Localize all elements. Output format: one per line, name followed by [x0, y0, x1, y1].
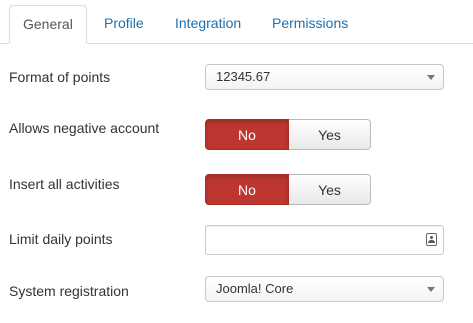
insert-all-activities-toggle: No Yes: [205, 174, 371, 205]
insert-all-activities-yes-button[interactable]: Yes: [289, 174, 371, 205]
tab-permissions[interactable]: Permissions: [272, 5, 348, 42]
allows-negative-account-yes-button[interactable]: Yes: [289, 119, 371, 150]
chevron-down-icon: [427, 75, 435, 80]
insert-all-activities-label: Insert all activities: [9, 176, 120, 192]
format-of-points-select[interactable]: 12345.67: [205, 64, 444, 90]
limit-daily-points-label: Limit daily points: [9, 231, 113, 247]
tab-bar: General Profile Integration Permissions: [0, 5, 473, 44]
tab-general[interactable]: General: [9, 5, 87, 44]
allows-negative-account-toggle: No Yes: [205, 119, 371, 150]
system-registration-label: System registration: [9, 283, 129, 299]
tab-integration[interactable]: Integration: [175, 5, 241, 42]
insert-all-activities-no-button[interactable]: No: [205, 174, 289, 205]
system-registration-select[interactable]: Joomla! Core: [205, 276, 444, 302]
format-of-points-label: Format of points: [9, 69, 111, 85]
limit-daily-points-field[interactable]: [205, 225, 444, 255]
tab-profile[interactable]: Profile: [104, 5, 144, 42]
allows-negative-account-no-button[interactable]: No: [205, 119, 289, 150]
chevron-down-icon: [427, 287, 435, 292]
format-of-points-value: 12345.67: [216, 69, 271, 84]
system-registration-value: Joomla! Core: [216, 281, 294, 296]
allows-negative-account-label: Allows negative account: [9, 120, 160, 136]
contact-card-icon[interactable]: [426, 233, 437, 246]
settings-page: General Profile Integration Permissions …: [0, 0, 473, 323]
